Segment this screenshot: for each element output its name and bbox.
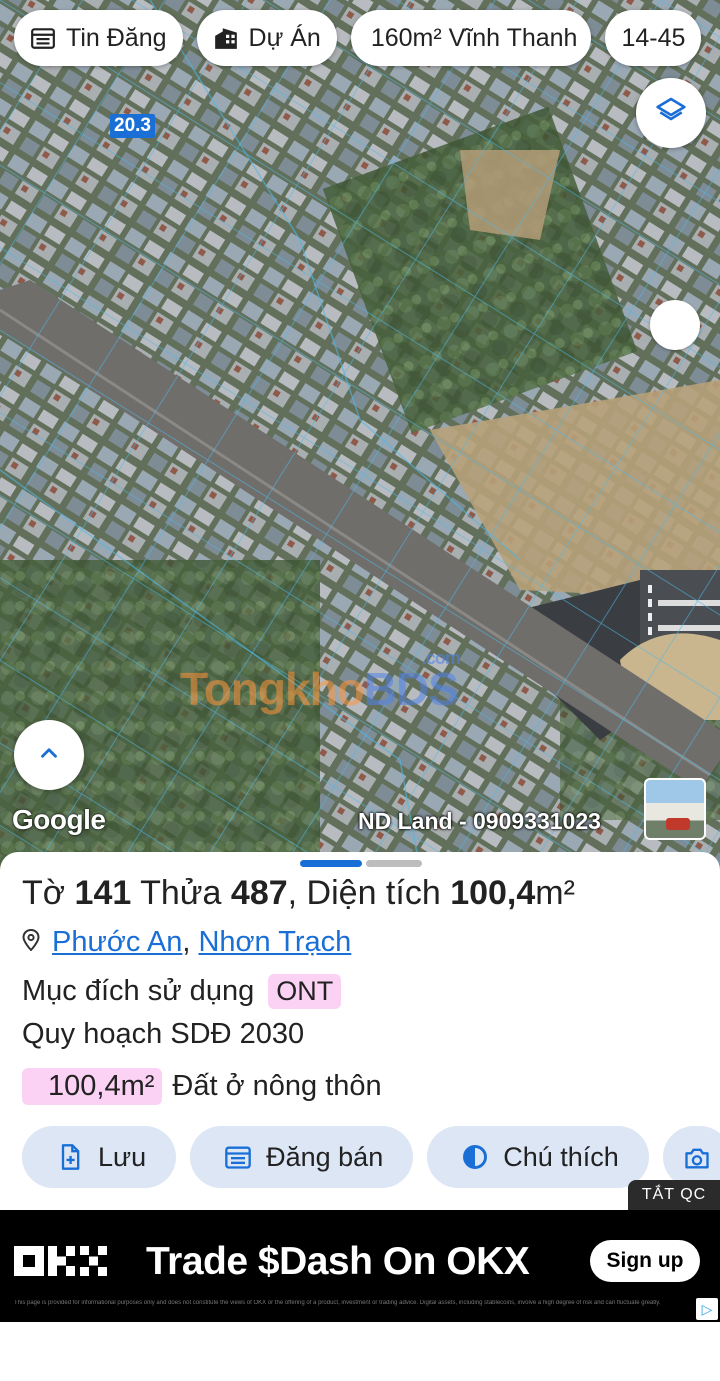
chip-label: 160m² Vĩnh Thanh <box>370 23 578 52</box>
area-value: 100,4 <box>450 874 536 912</box>
chip-14-45[interactable]: 14-45 <box>605 10 702 66</box>
watermark-brand-a: Tongkho <box>180 663 365 715</box>
ad-banner[interactable]: Trade $Dash On OKX Sign up This page is … <box>0 1210 720 1322</box>
land-use-label: Mục đích sử dụng <box>22 975 255 1007</box>
area-label: , Diện tích <box>287 874 441 912</box>
post-sale-label: Đăng bán <box>266 1141 384 1172</box>
ad-fine-print: This page is provided for informational … <box>14 1300 661 1306</box>
chip-vinh-thanh[interactable]: 160m² Vĩnh Thanh <box>350 10 592 66</box>
chip-label: Dự Án <box>248 23 321 52</box>
google-logo: Google <box>12 804 106 835</box>
map-distance-label: 20.3 <box>110 114 155 138</box>
chip-label: Tin Đăng <box>66 23 167 52</box>
layers-button[interactable] <box>636 78 706 148</box>
land-use-row: Mục đích sử dụng ONT <box>22 974 342 1009</box>
sheet-drag-handle[interactable] <box>300 860 422 867</box>
contact-overlay: ND Land - 0909331023 <box>358 808 601 834</box>
watermark-suffix: .com <box>421 648 461 668</box>
location-dot-button[interactable] <box>650 300 700 350</box>
adchoices-icon[interactable]: ▷ <box>696 1298 718 1320</box>
map-pin-icon <box>22 926 40 959</box>
land-use-code-badge: ONT <box>268 974 342 1009</box>
save-button[interactable]: Lưu <box>22 1126 177 1188</box>
camera-icon <box>683 1143 711 1171</box>
planning-heading: Quy hoạch SDĐ 2030 <box>22 1018 304 1051</box>
planning-area-badge: 100,4m² <box>22 1068 163 1105</box>
ad-signup-button[interactable]: Sign up <box>590 1240 700 1282</box>
close-ad-button[interactable]: TẮT QC <box>628 1180 720 1210</box>
ad-headline: Trade $Dash On OKX <box>146 1240 530 1283</box>
save-label: Lưu <box>98 1141 147 1172</box>
parcel-info-sheet: Tờ 141 Thửa 487, Diện tích 100,4m² Phước… <box>0 852 720 1212</box>
chip-tin-dang[interactable]: Tin Đăng <box>14 10 183 66</box>
watermark-brand-b: BDS <box>363 663 459 715</box>
action-buttons: Lưu Đăng bán Chú thích <box>22 1126 720 1188</box>
planning-row: 100,4m² Đất ở nông thôn <box>22 1068 382 1105</box>
chip-label: 14-45 <box>621 23 686 52</box>
chip-du-an[interactable]: Dự Án <box>196 10 337 66</box>
satellite-imagery <box>0 0 720 870</box>
satellite-map[interactable]: Tin Đăng Dự Án 160m² Vĩnh Thanh 14-45 20… <box>0 0 720 870</box>
legend-label: Chú thích <box>503 1141 619 1172</box>
planning-label: Quy hoạch SDĐ 2030 <box>22 1018 305 1050</box>
parcel-location: Phước An, Nhơn Trạch <box>22 926 351 959</box>
calendar-icon <box>224 1143 252 1171</box>
legend-button[interactable]: Chú thích <box>427 1126 649 1188</box>
planning-use: Đất ở nông thôn <box>172 1070 382 1102</box>
expand-up-button[interactable] <box>14 720 84 790</box>
ward-link[interactable]: Phước An <box>52 926 182 958</box>
post-sale-button[interactable]: Đăng bán <box>190 1126 414 1188</box>
building-icon <box>213 25 239 51</box>
sheet-label: Tờ <box>22 874 66 912</box>
camera-button[interactable] <box>662 1126 720 1188</box>
layers-icon <box>655 95 687 132</box>
sheet-number: 141 <box>74 874 132 912</box>
okx-logo <box>14 1246 110 1281</box>
chevron-up-icon <box>36 740 62 771</box>
contrast-icon <box>461 1143 489 1171</box>
plot-label: Thửa <box>140 874 222 912</box>
district-link[interactable]: Nhơn Trạch <box>198 926 351 958</box>
plot-number: 487 <box>230 874 288 912</box>
watermark: TongkhoBDS .com <box>180 648 461 716</box>
area-unit: m² <box>535 874 575 912</box>
calendar-list-icon <box>30 25 56 51</box>
filter-chips: Tin Đăng Dự Án 160m² Vĩnh Thanh 14-45 <box>14 10 702 66</box>
street-view-thumbnail[interactable] <box>644 778 706 840</box>
file-plus-icon <box>56 1143 84 1171</box>
parcel-title: Tờ 141 Thửa 487, Diện tích 100,4m² <box>22 874 575 913</box>
